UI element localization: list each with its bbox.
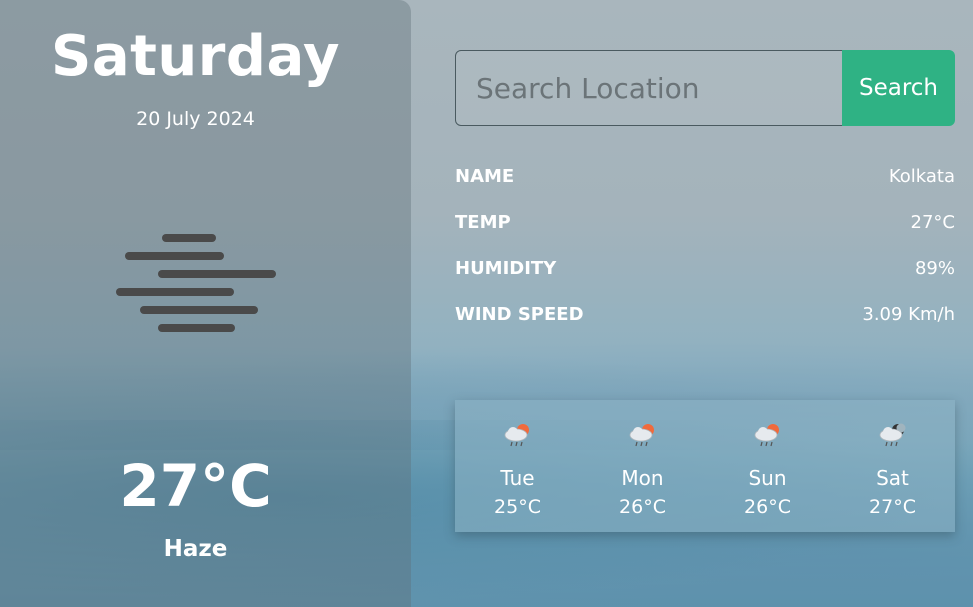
detail-label: TEMP (455, 212, 511, 233)
detail-row-name: NAME Kolkata (455, 166, 955, 212)
forecast-day: Mon (621, 466, 664, 490)
rain-sun-cloud-icon (629, 424, 654, 447)
rain-moon-cloud-icon (879, 423, 906, 447)
forecast-item-sat: Sat 27°C (830, 400, 955, 532)
detail-value: 89% (914, 258, 955, 279)
forecast-item-tue: Tue 25°C (455, 400, 580, 532)
weather-details: NAME Kolkata TEMP 27°C HUMIDITY 89% WIND… (455, 166, 955, 350)
search-input[interactable] (455, 50, 873, 126)
rain-sun-cloud-icon (754, 424, 779, 447)
current-date: 20 July 2024 (136, 108, 255, 130)
rain-sun-cloud-icon (504, 424, 529, 447)
search-button[interactable]: Search (842, 50, 955, 126)
current-temperature: 27°C (119, 452, 272, 520)
detail-row-humidity: HUMIDITY 89% (455, 258, 955, 304)
forecast-item-mon: Mon 26°C (580, 400, 705, 532)
detail-label: WIND SPEED (455, 304, 584, 325)
forecast-card: Tue 25°C Mon 26°C Sun 26°C Sat 27°C (455, 400, 955, 532)
haze-icon (110, 230, 280, 340)
forecast-day: Tue (500, 466, 535, 490)
forecast-temp: 25°C (494, 496, 541, 518)
detail-value: 27°C (910, 212, 955, 233)
day-title: Saturday (50, 24, 341, 89)
detail-value: 3.09 Km/h (862, 304, 955, 325)
forecast-day: Sun (748, 466, 787, 490)
forecast-temp: 27°C (869, 496, 916, 518)
detail-row-temp: TEMP 27°C (455, 212, 955, 258)
detail-label: NAME (455, 166, 515, 187)
search-bar: Search (455, 50, 955, 126)
forecast-temp: 26°C (744, 496, 791, 518)
weather-condition: Haze (163, 536, 228, 562)
current-weather-panel: Saturday 20 July 2024 27°C Haze (0, 0, 411, 607)
forecast-temp: 26°C (619, 496, 666, 518)
detail-label: HUMIDITY (455, 258, 557, 279)
forecast-day: Sat (876, 466, 909, 490)
forecast-item-sun: Sun 26°C (705, 400, 830, 532)
detail-row-wind-speed: WIND SPEED 3.09 Km/h (455, 304, 955, 350)
detail-value: Kolkata (888, 166, 955, 187)
